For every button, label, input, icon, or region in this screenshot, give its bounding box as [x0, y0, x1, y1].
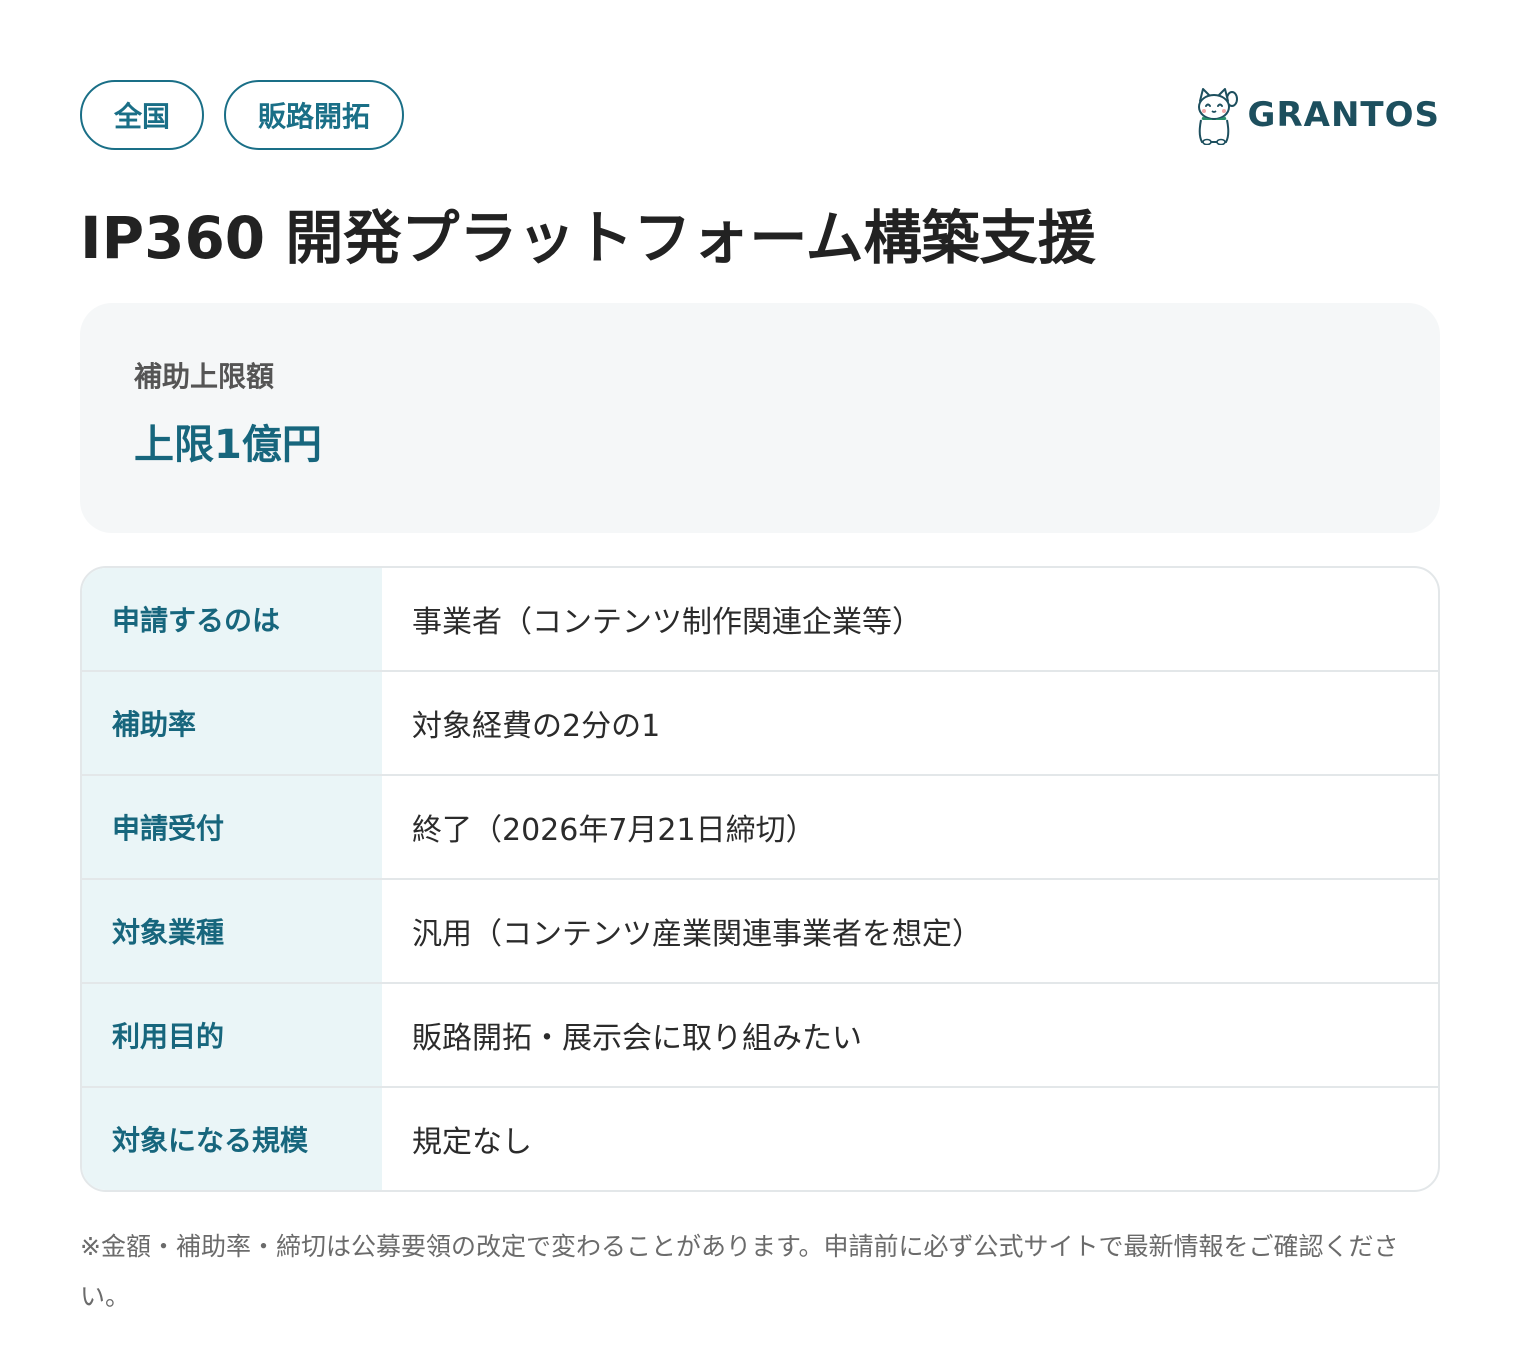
row-value: 対象経費の2分の1: [412, 709, 661, 744]
page-title: IP360 開発プラットフォーム構築支援: [80, 204, 1096, 272]
disclaimer-note: ※金額・補助率・締切は公募要領の改定で変わることがあります。申請前に必ず公式サイ…: [80, 1232, 1399, 1311]
table-row-subsidy-rate: 補助率 対象経費の2分の1: [82, 670, 1438, 774]
table-row-company-size: 対象になる規模 規定なし: [82, 1086, 1438, 1190]
row-label: 申請するのは: [82, 568, 382, 670]
amount-value: 上限1億円: [134, 422, 322, 468]
table-row-applicant: 申請するのは 事業者（コンテンツ制作関連企業等）: [82, 568, 1438, 670]
row-label: 対象になる規模: [82, 1088, 382, 1190]
table-row-purpose: 利用目的 販路開拓・展示会に取り組みたい: [82, 982, 1438, 1086]
tag-purpose[interactable]: 販路開拓: [224, 80, 405, 150]
row-value: 事業者（コンテンツ制作関連企業等）: [412, 605, 922, 640]
tag-region[interactable]: 全国: [80, 80, 205, 150]
row-label: 補助率: [82, 672, 382, 774]
row-label: 申請受付: [82, 776, 382, 878]
subsidy-amount-card: 補助上限額 上限1億円: [80, 303, 1440, 533]
row-label: 利用目的: [82, 984, 382, 1086]
table-row-application-period: 申請受付 終了（2026年7月21日締切）: [82, 774, 1438, 878]
amount-label: 補助上限額: [134, 360, 275, 393]
subsidy-detail-page: 全国 販路開拓 GRANTOS IP360 開発プラットフォーム構築支援 補助上…: [80, 0, 1440, 1348]
row-label: 対象業種: [82, 880, 382, 982]
table-row-industry: 対象業種 汎用（コンテンツ産業関連事業者を想定）: [82, 878, 1438, 982]
header: 全国 販路開拓 GRANTOS: [80, 80, 1440, 150]
maneki-neko-cat-icon: [1197, 88, 1238, 145]
row-value: 販路開拓・展示会に取り組みたい: [412, 1021, 862, 1056]
row-value: 規定なし: [412, 1125, 532, 1160]
brand-logo[interactable]: GRANTOS: [1192, 82, 1440, 148]
row-value: 終了（2026年7月21日締切）: [412, 813, 816, 848]
subsidy-info-table: 申請するのは 事業者（コンテンツ制作関連企業等） 補助率 対象経費の2分の1 申…: [80, 566, 1440, 1192]
row-value: 汎用（コンテンツ産業関連事業者を想定）: [412, 917, 982, 952]
brand-name: GRANTOS: [1247, 95, 1440, 135]
